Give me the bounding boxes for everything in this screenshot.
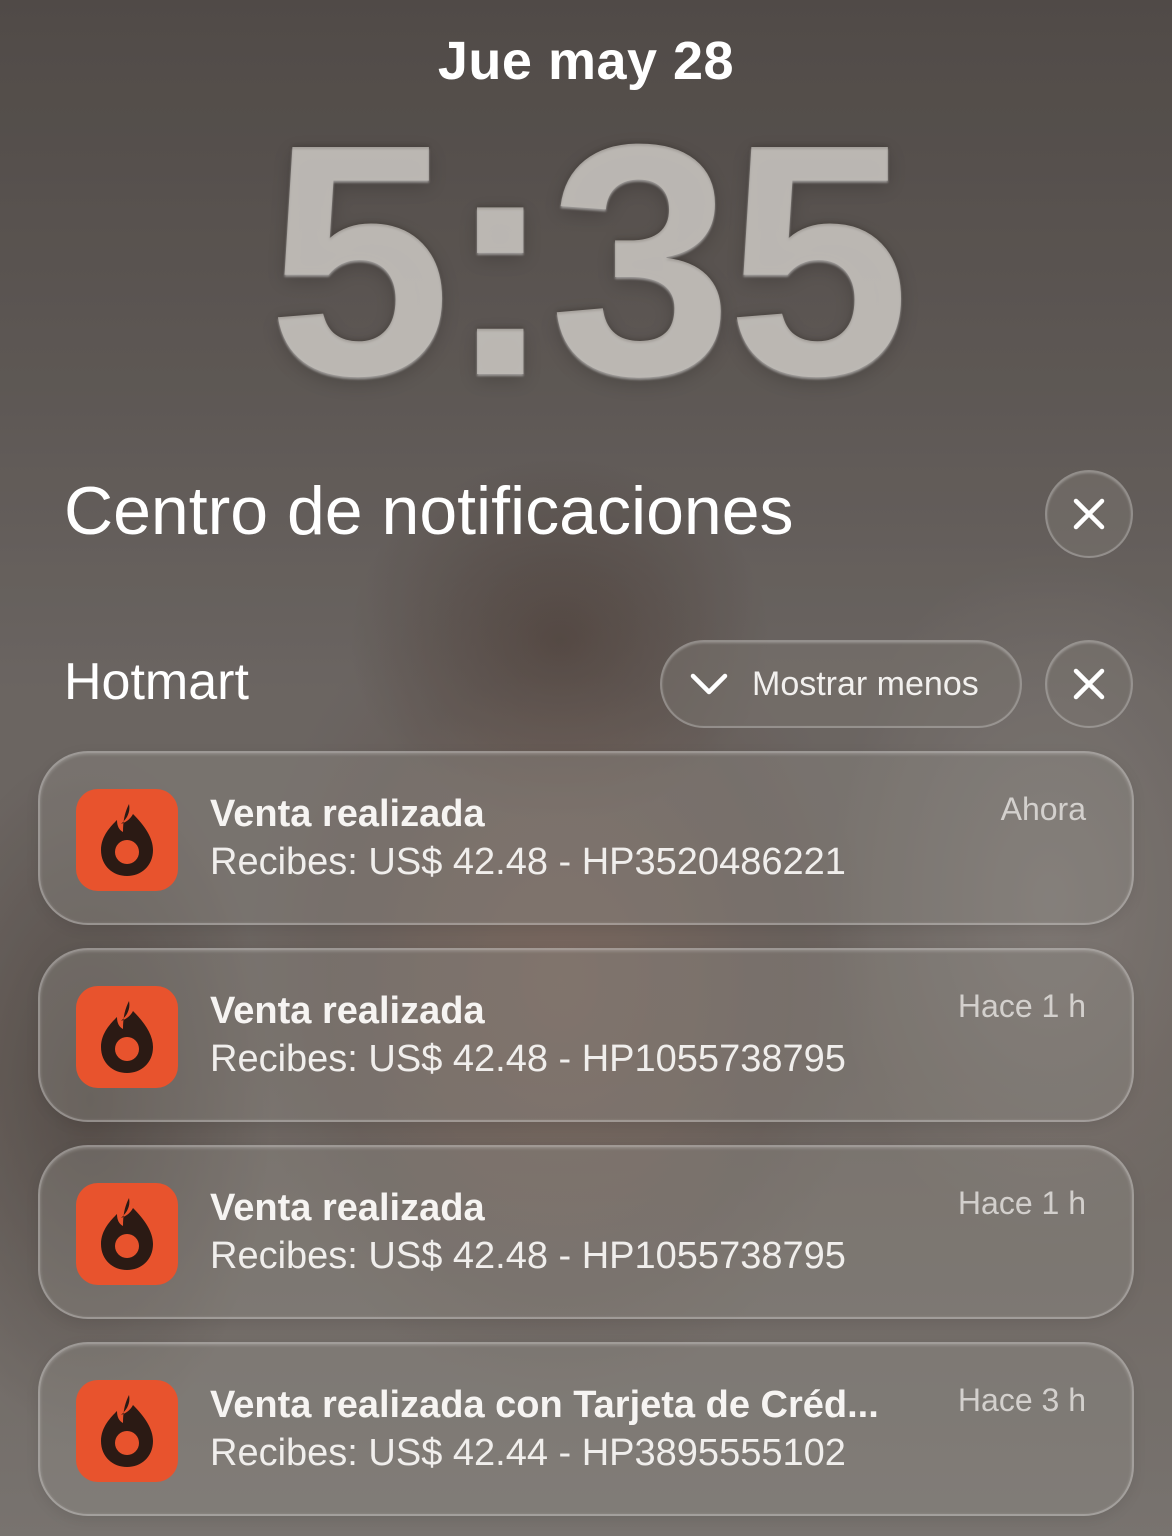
- chevron-down-icon: [690, 673, 728, 695]
- lock-screen: Jue may 28 5:35 Centro de notificaciones…: [0, 0, 1172, 1536]
- show-less-button[interactable]: Mostrar menos: [660, 640, 1022, 728]
- notification-body: Recibes: US$ 42.48 - HP1055738795: [210, 1038, 846, 1080]
- notification-title: Venta realizada con Tarjeta de Créd...: [210, 1384, 879, 1426]
- hotmart-app-icon: [76, 789, 178, 891]
- notification-body: Recibes: US$ 42.44 - HP3895555102: [210, 1432, 846, 1474]
- notification-time: Hace 1 h: [957, 988, 1086, 1024]
- hotmart-app-icon: [76, 1183, 178, 1285]
- notification-time: Hace 3 h: [957, 1382, 1086, 1418]
- lockscreen-clock: 5:35: [267, 75, 910, 444]
- notification-group-app-name: Hotmart: [64, 653, 249, 711]
- close-icon: [1073, 498, 1105, 530]
- notification-time: Ahora: [1000, 791, 1086, 827]
- notification-center-title: Centro de notificaciones: [64, 473, 794, 549]
- notification-title: Venta realizada: [210, 990, 485, 1032]
- notification-title: Venta realizada: [210, 1187, 485, 1229]
- notification-card[interactable]: Venta realizada con Tarjeta de Créd... R…: [38, 1342, 1134, 1516]
- hotmart-app-icon: [76, 986, 178, 1088]
- notification-card[interactable]: Venta realizada Recibes: US$ 42.48 - HP1…: [38, 948, 1134, 1122]
- notification-card[interactable]: Venta realizada Recibes: US$ 42.48 - HP3…: [38, 751, 1134, 925]
- notification-body: Recibes: US$ 42.48 - HP1055738795: [210, 1235, 846, 1277]
- notification-center-close-button[interactable]: [1045, 470, 1133, 558]
- notification-body: Recibes: US$ 42.48 - HP3520486221: [210, 841, 846, 883]
- close-icon: [1073, 668, 1105, 700]
- notification-card[interactable]: Venta realizada Recibes: US$ 42.48 - HP1…: [38, 1145, 1134, 1319]
- hotmart-app-icon: [76, 1380, 178, 1482]
- notification-time: Hace 1 h: [957, 1185, 1086, 1221]
- show-less-label: Mostrar menos: [752, 664, 979, 703]
- notification-group-clear-button[interactable]: [1045, 640, 1133, 728]
- notification-title: Venta realizada: [210, 793, 485, 835]
